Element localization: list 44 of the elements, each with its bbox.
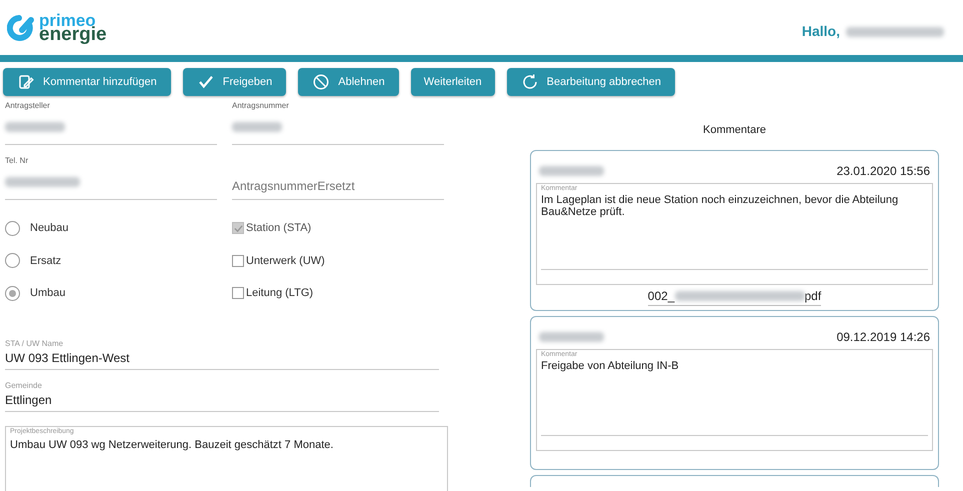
radio-option[interactable]: Umbau	[5, 285, 232, 302]
field-label: Tel. Nr	[5, 155, 30, 167]
attachment-link[interactable]: 002_ pdf	[648, 286, 822, 306]
field-label: Antragsteller	[5, 100, 51, 112]
greeting: Hallo,	[802, 22, 840, 41]
radio-option[interactable]: Ersatz	[5, 252, 232, 269]
toolbar-button[interactable]: Freigeben	[182, 68, 286, 96]
check-icon	[196, 73, 215, 91]
field-label: STA / UW Name	[5, 338, 64, 350]
logo-mark-icon	[7, 14, 35, 42]
radio-button[interactable]	[5, 286, 20, 301]
text-field[interactable]: Tel. Nr	[5, 155, 217, 200]
toolbar-button[interactable]: Weiterleiten	[410, 68, 495, 96]
logo-text: primeo	[39, 14, 96, 28]
comment-text: Freigabe von Abteilung IN-B	[541, 360, 680, 372]
note-pencil-icon	[17, 73, 35, 91]
field-value: Ettlingen	[5, 392, 53, 408]
text-field[interactable]: AntragsnummerErsetzt	[232, 155, 444, 200]
toolbar-button[interactable]: Ablehnen	[298, 68, 399, 96]
text-field[interactable]: Gemeinde Ettlingen	[5, 380, 439, 412]
toolbar-button[interactable]: Kommentar hinzufügen	[3, 68, 171, 96]
comment-date: 09.12.2019 14:26	[836, 328, 930, 346]
block-icon	[312, 73, 330, 91]
field-value: UW 093 Ettlingen-West	[5, 350, 130, 366]
text-field[interactable]: STA / UW Name UW 093 Ettlingen-West	[5, 338, 439, 370]
text-field[interactable]: Antragsteller	[5, 100, 217, 145]
field-placeholder: AntragsnummerErsetzt	[232, 178, 356, 195]
radio-option[interactable]: Neubau	[5, 220, 232, 236]
logo-text: energie	[39, 28, 107, 42]
rotate-icon	[520, 73, 539, 91]
checkbox-option[interactable]: Unterwerk (UW)	[232, 252, 459, 269]
field-label: Gemeinde	[5, 380, 43, 392]
text-field[interactable]: Antragsnummer	[232, 100, 444, 145]
radio-button[interactable]	[5, 220, 20, 236]
section-title: Kommentare	[702, 123, 767, 138]
radio-button[interactable]	[5, 253, 20, 268]
checkbox[interactable]	[232, 287, 244, 300]
comment-text: Im Lageplan ist die neue Station noch einzuzeichnen, bevor die Abteilung Bau&Netze prüft.	[541, 194, 900, 218]
comment-date: 23.01.2020 15:56	[836, 162, 930, 180]
field-label: Antragsnummer	[232, 100, 290, 112]
checkbox-option[interactable]: Leitung (LTG)	[232, 285, 459, 302]
checkbox[interactable]	[232, 254, 244, 267]
field-value: Umbau UW 093 wg Netzerweiterung. Bauzeit geschätzt 7 Monate.	[10, 438, 334, 453]
toolbar-button[interactable]: Bearbeitung abbrechen	[506, 68, 676, 96]
